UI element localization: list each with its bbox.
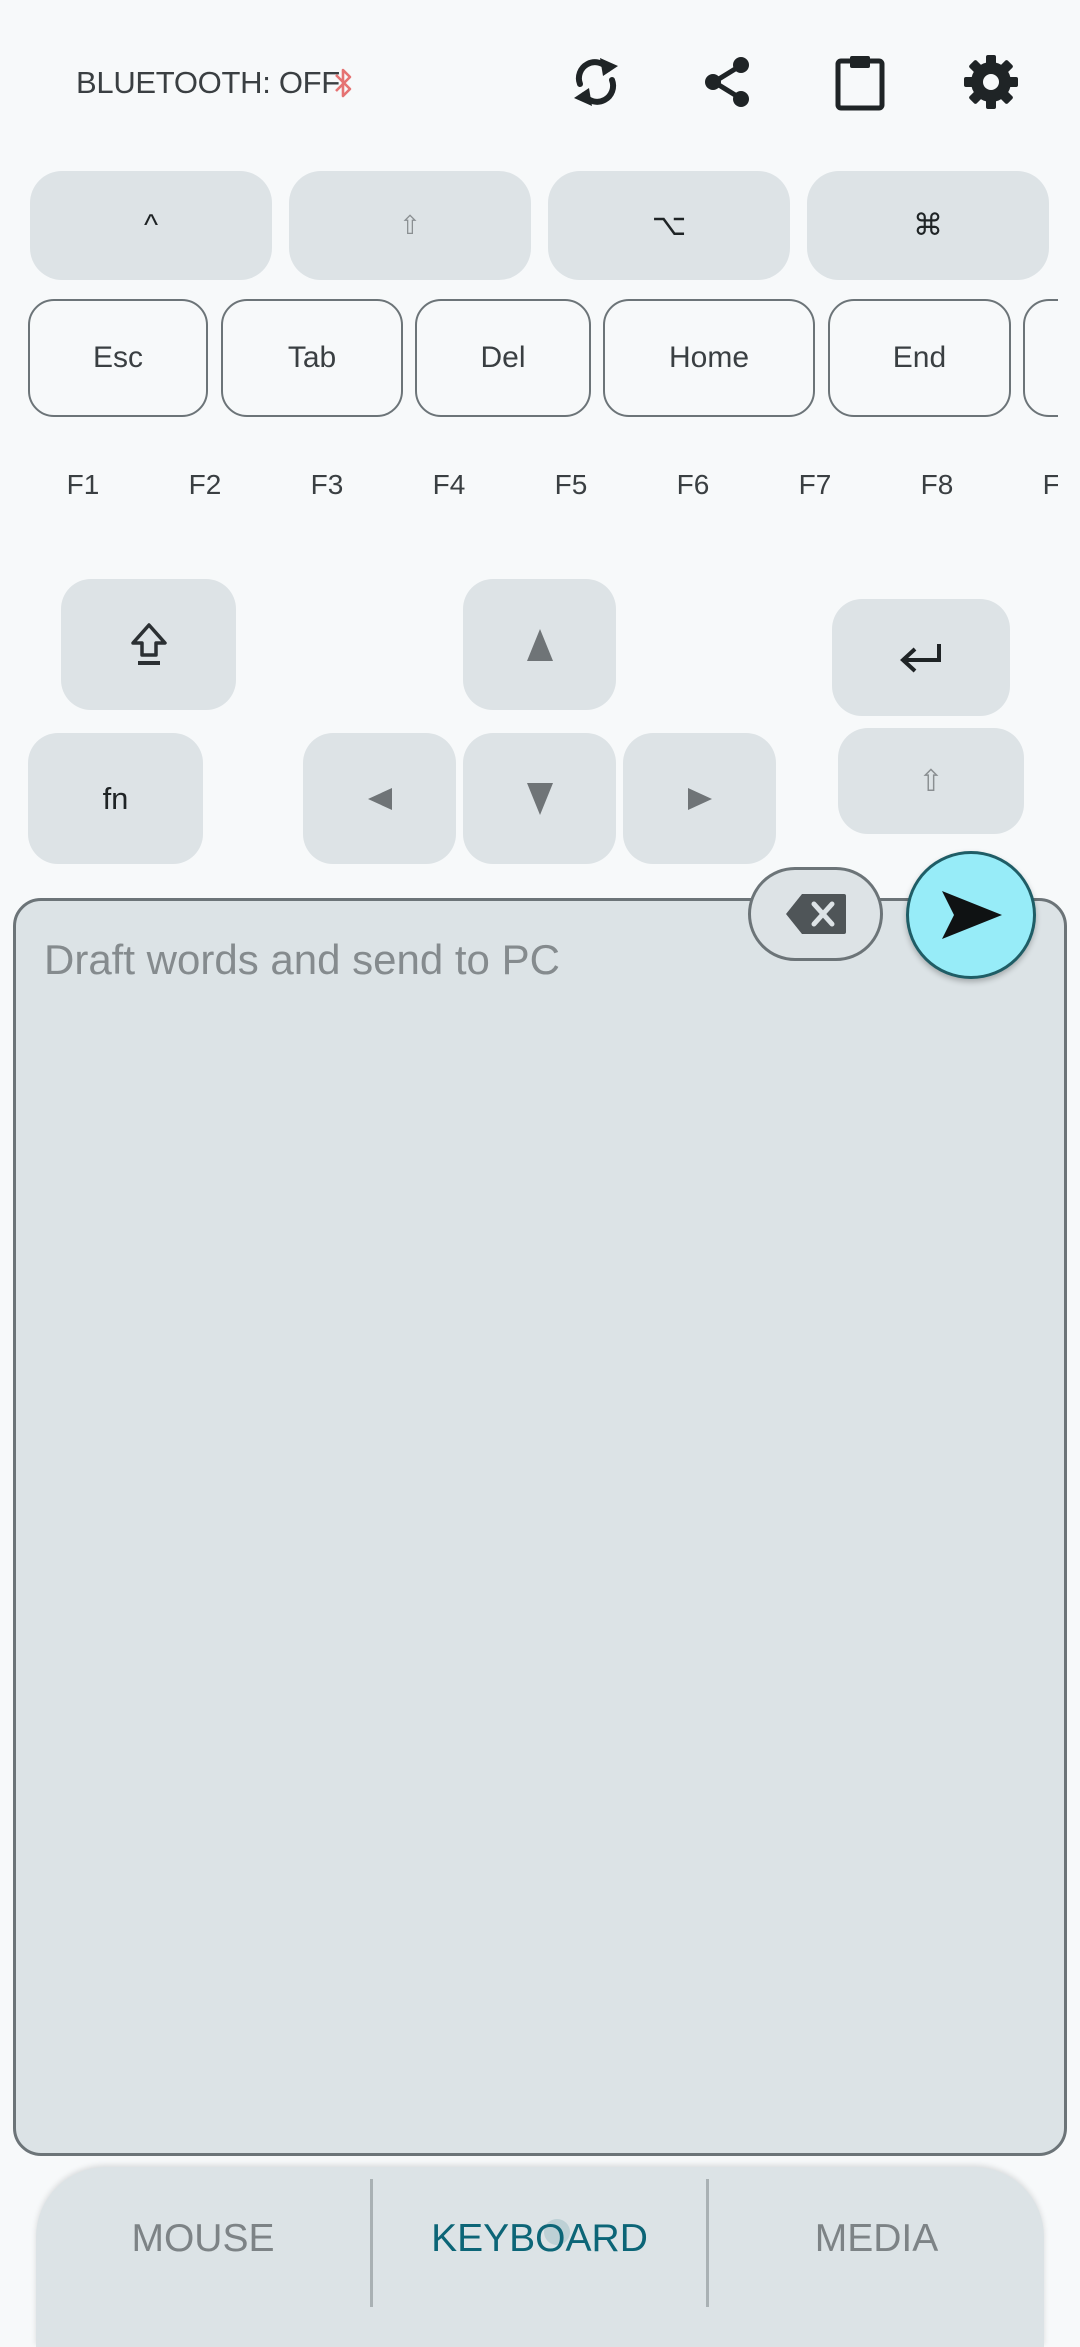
clear-button[interactable] <box>748 867 883 961</box>
special-keys-row[interactable]: Esc Tab Del Home End <box>0 297 1058 421</box>
f2-key[interactable]: F2 <box>155 455 255 515</box>
bluetooth-status-label: BLUETOOTH: OFF <box>76 65 340 100</box>
f9-key[interactable]: F9 <box>1009 455 1058 515</box>
tab-media[interactable]: MEDIA <box>709 2167 1044 2310</box>
arrow-up-key[interactable] <box>463 579 616 710</box>
arrow-down-icon <box>526 782 553 815</box>
f8-key[interactable]: F8 <box>887 455 987 515</box>
send-icon <box>942 891 1002 939</box>
tab-mouse[interactable]: MOUSE <box>36 2167 370 2310</box>
end-key[interactable]: End <box>828 299 1011 417</box>
arrow-left-icon <box>367 787 392 810</box>
fn-key[interactable]: fn <box>28 733 203 864</box>
bottom-navigation: MOUSE KEYBOARD MEDIA <box>36 2167 1044 2347</box>
f5-key[interactable]: F5 <box>521 455 621 515</box>
gear-icon[interactable] <box>951 42 1031 122</box>
sync-icon[interactable] <box>556 42 636 122</box>
f3-key[interactable]: F3 <box>277 455 377 515</box>
f1-key[interactable]: F1 <box>33 455 133 515</box>
ctrl-key[interactable]: ^ <box>30 171 272 280</box>
shift-key[interactable]: ⇧ <box>838 728 1024 834</box>
f6-key[interactable]: F6 <box>643 455 743 515</box>
next-special-key[interactable] <box>1023 299 1058 417</box>
caps-lock-key[interactable] <box>61 579 236 710</box>
shift-modifier-key[interactable]: ⇧ <box>289 171 531 280</box>
f7-key[interactable]: F7 <box>765 455 865 515</box>
backspace-icon <box>785 894 846 934</box>
tab-keyboard[interactable]: KEYBOARD <box>373 2167 706 2310</box>
function-keys-row[interactable]: F1 F2 F3 F4 F5 F6 F7 F8 F9 <box>0 455 1058 515</box>
draft-input[interactable] <box>44 925 704 995</box>
arrow-down-key[interactable] <box>463 733 616 864</box>
send-button[interactable] <box>906 851 1036 979</box>
share-icon[interactable] <box>688 42 768 122</box>
enter-key[interactable] <box>832 599 1010 716</box>
f4-key[interactable]: F4 <box>399 455 499 515</box>
option-key[interactable]: ⌥ <box>548 171 790 280</box>
command-key[interactable]: ⌘ <box>807 171 1049 280</box>
arrow-left-key[interactable] <box>303 733 456 864</box>
clipboard-icon[interactable] <box>820 42 900 122</box>
bluetooth-off-icon <box>330 66 356 100</box>
arrow-right-key[interactable] <box>623 733 776 864</box>
enter-icon <box>900 643 941 672</box>
draft-panel <box>13 898 1067 2156</box>
del-key[interactable]: Del <box>415 299 591 417</box>
arrow-up-icon <box>526 628 553 661</box>
esc-key[interactable]: Esc <box>28 299 208 417</box>
home-key[interactable]: Home <box>603 299 815 417</box>
caps-lock-icon <box>130 622 167 665</box>
arrow-right-icon <box>687 787 712 810</box>
tab-key[interactable]: Tab <box>221 299 403 417</box>
